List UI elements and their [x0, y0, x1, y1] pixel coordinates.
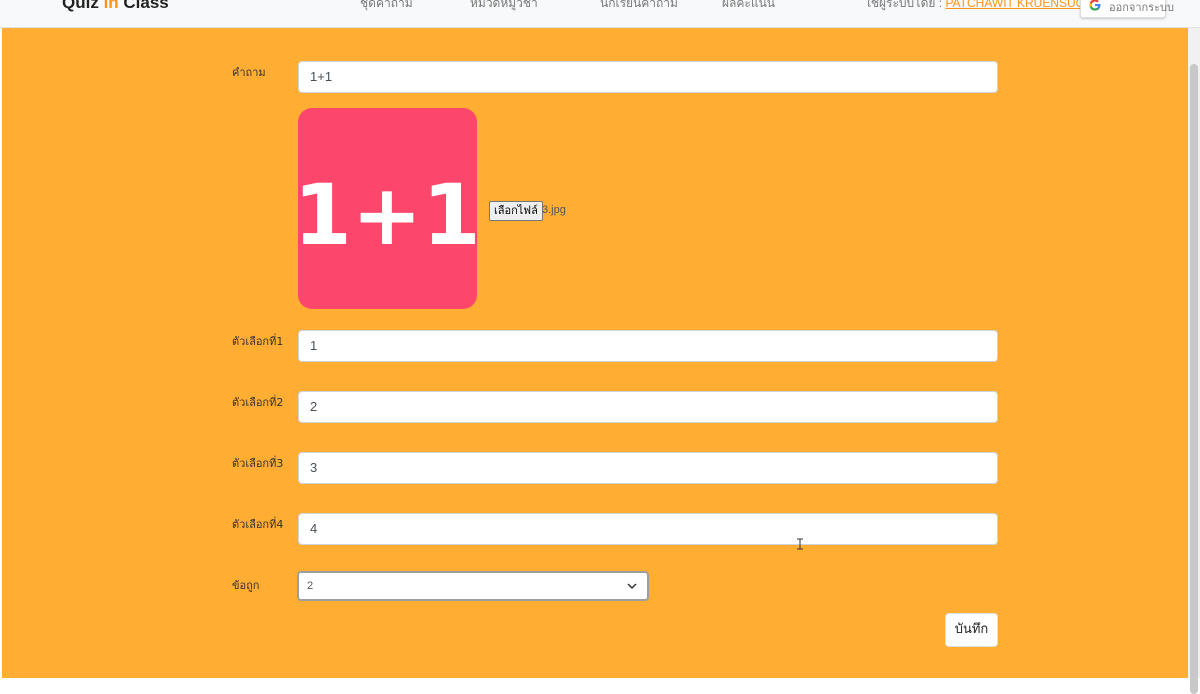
file-name: 3.jpg	[542, 204, 566, 216]
brand-suffix: Class	[118, 0, 169, 12]
question-image: 1+1	[298, 108, 477, 309]
nav-link-scores[interactable]: ผลคะแนน	[722, 0, 775, 13]
option-3-label: ตัวเลือกที่3	[232, 457, 284, 470]
nav-link-question-sets[interactable]: ชุดคำถาม	[360, 0, 413, 13]
scrollbar[interactable]	[1188, 28, 1200, 694]
google-icon	[1089, 0, 1101, 11]
nav-link-subject-categories[interactable]: หมวดหมู่วิชา	[470, 0, 538, 13]
question-input[interactable]: 1+1	[298, 61, 998, 93]
answer-select[interactable]: 2	[297, 571, 649, 601]
chevron-down-icon	[627, 583, 637, 590]
question-label: คำถาม	[232, 66, 266, 79]
option-2-label: ตัวเลือกที่2	[232, 396, 284, 409]
option-1-input[interactable]: 1	[298, 330, 998, 362]
scrollbar-thumb[interactable]	[1190, 64, 1198, 694]
brand-logo[interactable]: Quiz in Class	[62, 0, 169, 13]
user-prefix: ใช้ผู้ระบบโดย :	[865, 0, 946, 10]
text-cursor-icon	[797, 538, 803, 550]
save-button[interactable]: บันทึก	[945, 613, 998, 647]
option-3-input[interactable]: 3	[298, 452, 998, 484]
answer-select-value: 2	[307, 580, 314, 592]
answer-label: ข้อถูก	[232, 579, 260, 592]
option-2-input[interactable]: 2	[298, 391, 998, 423]
logout-label: ออกจากระบบ	[1109, 2, 1174, 14]
top-navbar: Quiz in Class ชุดคำถาม หมวดหมู่วิชา นักเ…	[0, 0, 1200, 28]
logout-button[interactable]: ออกจากระบบ	[1080, 0, 1174, 18]
question-image-graphic: 1+1	[298, 166, 477, 264]
question-image-text: 1+1	[298, 166, 477, 264]
option-4-input[interactable]: 4	[298, 513, 998, 545]
choose-file-button[interactable]: เลือกไฟล์	[489, 201, 543, 221]
brand-highlight: in	[103, 0, 119, 12]
option-1-label: ตัวเลือกที่1	[232, 335, 284, 348]
brand-prefix: Quiz	[62, 0, 104, 12]
option-4-label: ตัวเลือกที่4	[232, 518, 284, 531]
nav-link-student-questions[interactable]: นักเรียนคำถาม	[600, 0, 678, 13]
